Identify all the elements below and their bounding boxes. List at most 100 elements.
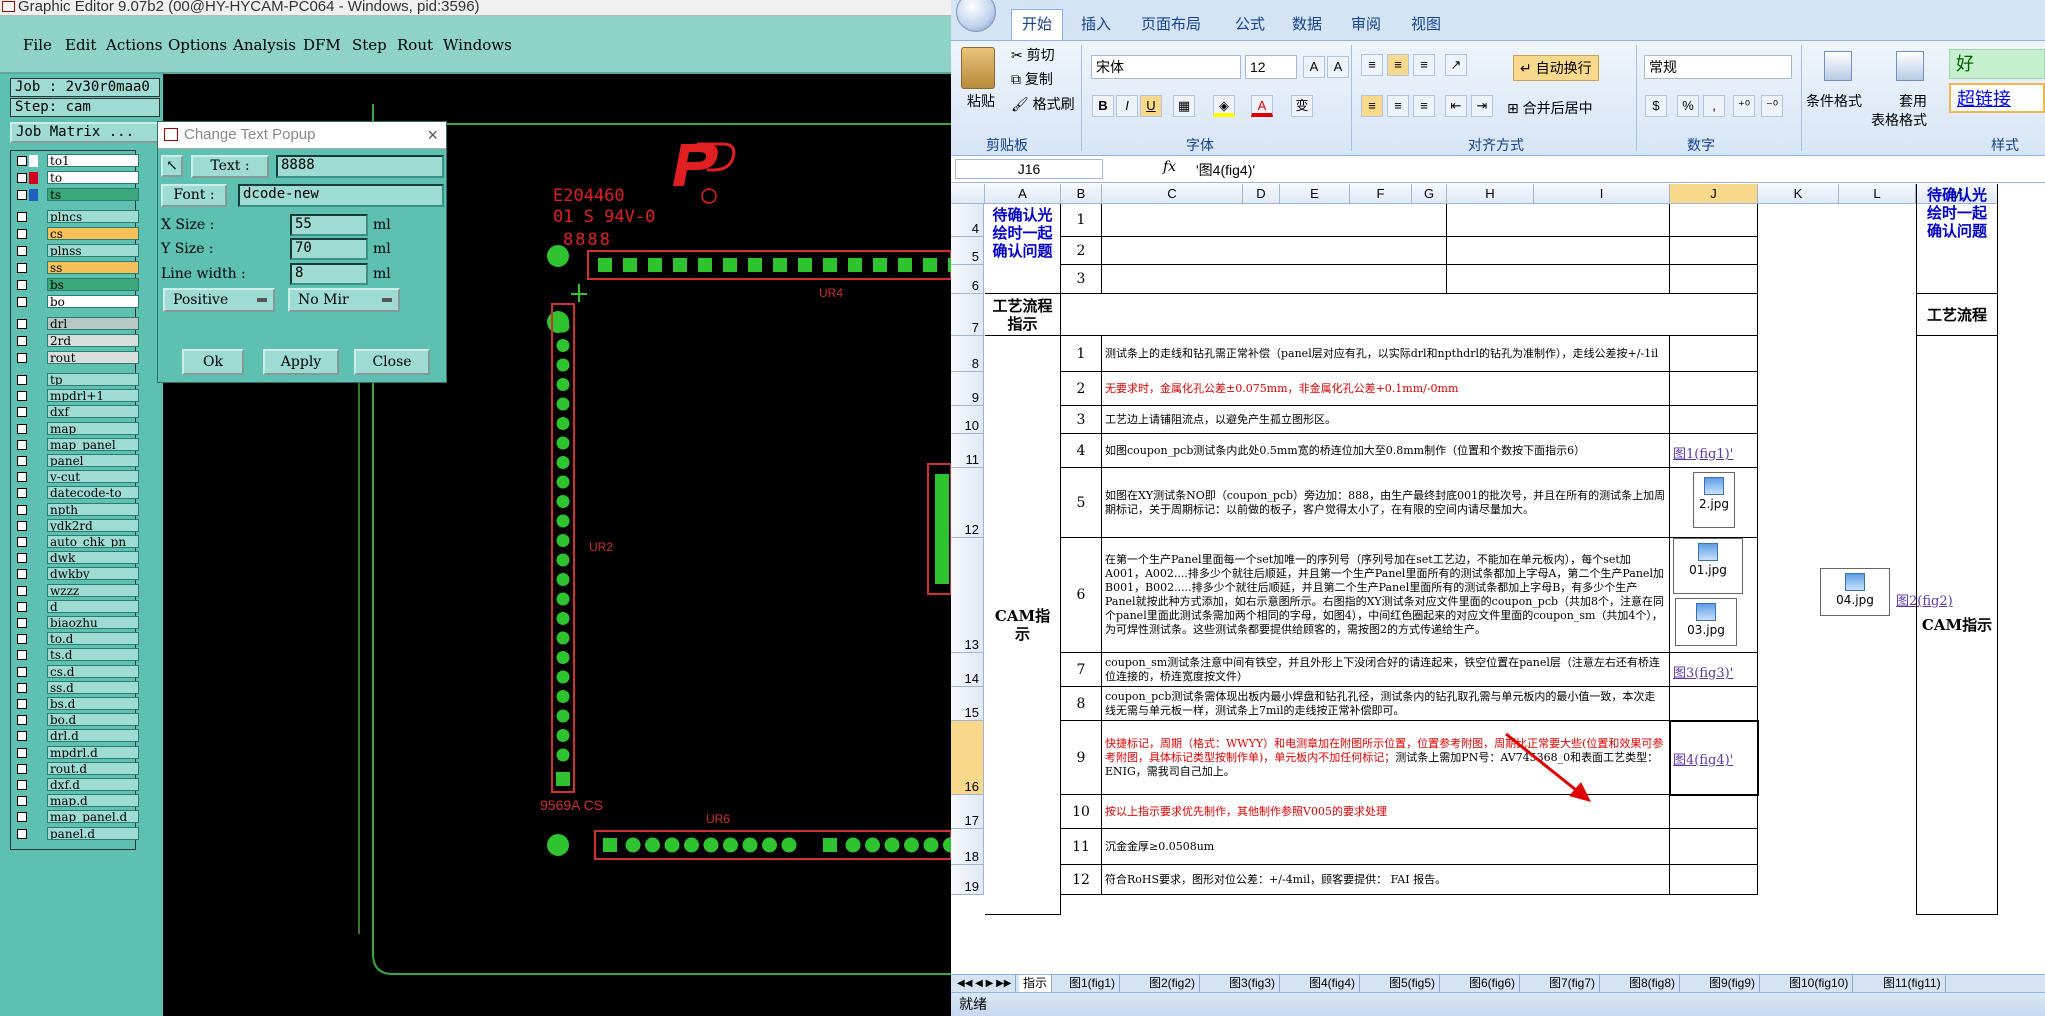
layer-checkbox[interactable]: [17, 634, 27, 645]
layer-row[interactable]: dwk: [14, 551, 142, 565]
apply-button[interactable]: Apply: [263, 349, 339, 375]
tab-page-layout[interactable]: 页面布局: [1141, 13, 1201, 34]
layer-checkbox[interactable]: [17, 423, 27, 434]
layer-checkbox[interactable]: [17, 280, 27, 290]
align-center-icon[interactable]: ≡: [1387, 95, 1409, 117]
style-hyperlink[interactable]: 超链接: [1949, 83, 2045, 113]
blank-cell[interactable]: [1102, 237, 1447, 265]
row-header[interactable]: 13: [951, 538, 984, 653]
layer-checkbox[interactable]: [17, 439, 27, 450]
tab-review[interactable]: 审阅: [1351, 13, 1381, 34]
layer-name[interactable]: mpdrl+1: [47, 389, 139, 403]
sheet-tab[interactable]: 图3(fig3): [1225, 975, 1281, 992]
layer-checkbox[interactable]: [17, 190, 27, 200]
layer-checkbox[interactable]: [17, 699, 27, 709]
column-header[interactable]: K: [1758, 184, 1839, 204]
layer-name[interactable]: d: [47, 599, 139, 613]
font-size-dropdown[interactable]: 12: [1245, 55, 1297, 79]
orientation-icon[interactable]: ↗: [1445, 54, 1467, 76]
embedded-file-03jpg[interactable]: 03.jpg: [1675, 598, 1737, 646]
blank-cell[interactable]: [1061, 294, 1758, 336]
layer-name[interactable]: ss: [47, 261, 139, 274]
menu-analysis[interactable]: Analysis: [233, 36, 296, 54]
layer-name[interactable]: plncs: [47, 210, 139, 223]
row-header[interactable]: 4: [951, 204, 984, 237]
instruction-text[interactable]: 沉金金厚≥0.0508um: [1102, 829, 1670, 865]
layer-checkbox[interactable]: [17, 812, 27, 823]
layer-checkbox[interactable]: [17, 212, 27, 222]
layer-row[interactable]: mpdrl.d: [14, 745, 142, 759]
layer-checkbox[interactable]: [17, 780, 27, 790]
grow-font-icon[interactable]: A: [1303, 56, 1325, 78]
layer-name[interactable]: cs: [47, 227, 139, 240]
menu-actions[interactable]: Actions: [106, 36, 162, 54]
layer-name[interactable]: 2rd: [47, 334, 139, 347]
column-header[interactable]: C: [1102, 184, 1243, 204]
conditional-format-icon[interactable]: [1824, 51, 1852, 81]
menu-dfm[interactable]: DFM: [303, 36, 341, 54]
layer-name[interactable]: ts: [47, 188, 139, 201]
select-all-corner[interactable]: [951, 184, 985, 204]
increase-indent-icon[interactable]: ⇥: [1471, 95, 1493, 117]
embedded-file-2jpg[interactable]: 2.jpg: [1693, 472, 1735, 528]
layer-checkbox[interactable]: [17, 263, 27, 273]
align-top-icon[interactable]: ≡: [1361, 54, 1383, 76]
x-size-input[interactable]: 55: [290, 214, 368, 236]
blank-cell[interactable]: [1102, 265, 1447, 294]
layer-row[interactable]: 2rd: [14, 334, 142, 347]
row-header[interactable]: 6: [951, 265, 984, 294]
sheet-tab[interactable]: 图5(fig5): [1385, 975, 1441, 992]
j-cell[interactable]: [1670, 795, 1758, 829]
layer-checkbox[interactable]: [17, 488, 27, 499]
wrap-text-button[interactable]: ↵ 自动换行: [1513, 55, 1599, 81]
j-cell[interactable]: [1670, 336, 1758, 372]
row-header[interactable]: 19: [951, 865, 984, 895]
layer-checkbox[interactable]: [17, 537, 27, 547]
blank-cell[interactable]: [1670, 265, 1758, 294]
instruction-text[interactable]: coupon_sm测试条注意中间有铁空，并且外形上下没闭合好的请连起来，铁空位置…: [1102, 653, 1670, 687]
underline-button[interactable]: U: [1140, 95, 1162, 117]
copy-button[interactable]: ⧉ 复制: [1011, 69, 1053, 89]
layer-name[interactable]: dwkby: [47, 567, 139, 581]
menu-step[interactable]: Step: [352, 36, 387, 54]
layer-row[interactable]: plnss: [14, 244, 142, 257]
layer-row[interactable]: ydk2rd: [14, 518, 142, 532]
layer-row[interactable]: v-cut: [14, 470, 142, 484]
instruction-text[interactable]: 工艺边上请铺阻流点，以避免产生孤立图形区。: [1102, 406, 1670, 434]
layer-checkbox[interactable]: [17, 796, 27, 807]
increase-decimal-icon[interactable]: ⁺⁰: [1733, 95, 1755, 117]
align-right-icon[interactable]: ≡: [1413, 95, 1435, 117]
instruction-text[interactable]: 按以上指示要求优先制作，其他制作参照V005的要求处理: [1102, 795, 1670, 829]
decrease-decimal-icon[interactable]: ⁻⁰: [1761, 95, 1783, 117]
layer-row[interactable]: npth: [14, 502, 142, 516]
layer-checkbox[interactable]: [17, 601, 27, 612]
layer-checkbox[interactable]: [17, 585, 27, 596]
j-cell[interactable]: [1670, 865, 1758, 895]
layer-row[interactable]: bo.d: [14, 713, 142, 727]
y-size-input[interactable]: 70: [290, 238, 368, 260]
embedded-file-04jpg[interactable]: 04.jpg: [1820, 568, 1890, 616]
layer-name[interactable]: datecode-to: [47, 486, 139, 500]
row-header[interactable]: 11: [951, 434, 984, 468]
row-header[interactable]: 9: [951, 372, 984, 406]
name-box[interactable]: J16: [955, 159, 1103, 179]
blank-cell[interactable]: [1670, 204, 1758, 237]
embedded-file-01jpg[interactable]: 01.jpg: [1673, 538, 1743, 594]
layer-name[interactable]: drl.d: [47, 729, 139, 743]
layer-row[interactable]: map_panel.d: [14, 810, 142, 824]
layer-row[interactable]: to1: [14, 154, 142, 167]
column-header[interactable]: G: [1412, 184, 1447, 204]
sheet-tab[interactable]: 指示: [1019, 975, 1053, 992]
layer-name[interactable]: tp: [47, 373, 139, 386]
layer-row[interactable]: cs.d: [14, 664, 142, 678]
sheet-tab[interactable]: 图6(fig6): [1465, 975, 1521, 992]
layer-checkbox[interactable]: [17, 682, 27, 693]
layer-name[interactable]: v-cut: [47, 470, 139, 484]
layer-row[interactable]: rout.d: [14, 761, 142, 775]
layer-name[interactable]: to.d: [47, 632, 139, 646]
font-button[interactable]: Font :: [161, 184, 227, 207]
layer-checkbox[interactable]: [17, 407, 27, 418]
layer-row[interactable]: d: [14, 599, 142, 613]
j-cell[interactable]: [1670, 406, 1758, 434]
font-input[interactable]: dcode-new: [238, 184, 444, 207]
